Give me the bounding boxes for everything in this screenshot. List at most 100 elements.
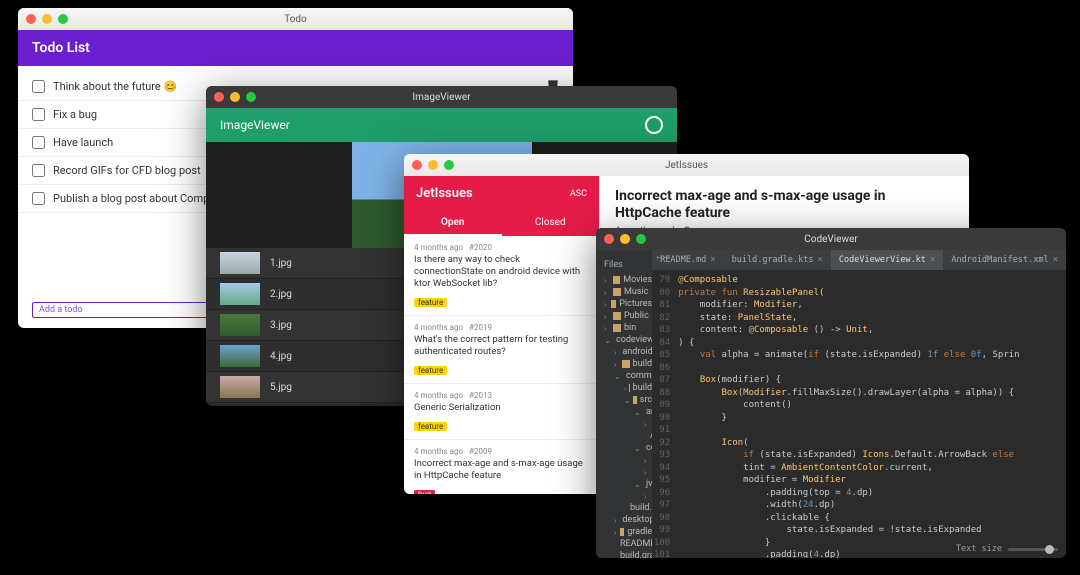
close-tab-icon[interactable]: × [930,255,935,265]
tree-folder[interactable]: › android [596,346,652,358]
chevron-icon[interactable]: › [644,456,646,465]
close-icon[interactable] [214,92,224,102]
code-line[interactable]: 85 val alpha = animate(if (state.isExpan… [652,349,1066,362]
chevron-icon[interactable]: › [604,324,610,333]
tree-folder[interactable]: ⌄ src [596,394,652,406]
tree-folder[interactable]: › Movies [596,274,652,286]
tree-folder[interactable]: › build [596,358,652,370]
maximize-icon[interactable] [246,92,256,102]
code-line[interactable]: 95 modifier = Modifier [652,474,1066,487]
chevron-icon[interactable]: › [614,528,617,537]
tree-file[interactable]: AndroidManifest.xml [596,430,652,442]
nav-back-icon[interactable]: ← [656,252,662,263]
tree-folder[interactable]: › bin [596,322,652,334]
chevron-icon[interactable]: ⌄ [614,372,620,381]
close-icon[interactable] [412,160,422,170]
minimize-icon[interactable] [428,160,438,170]
code-line[interactable]: 89 content() [652,399,1066,412]
editor-tab[interactable]: CodeViewerView.kt× [831,250,943,270]
chevron-icon[interactable]: › [644,468,646,477]
tab-closed[interactable]: Closed [502,211,600,236]
issue-item[interactable]: 4 months ago #2019 What's the correct pa… [404,316,599,384]
todo-checkbox[interactable] [32,192,45,205]
issue-item[interactable]: 4 months ago #2013 Generic Serialization… [404,384,599,440]
refresh-icon[interactable] [645,116,663,134]
chevron-icon[interactable]: › [614,516,616,525]
text-size-slider[interactable] [1008,548,1058,551]
tree-folder[interactable]: › gradle [596,526,652,538]
tree-folder[interactable]: › Pictures [596,298,652,310]
traffic-lights[interactable] [412,160,454,170]
tree-folder[interactable]: › kotlin [596,490,652,502]
jetissues-titlebar[interactable]: JetIssues [404,154,969,176]
editor-tab[interactable]: build.gradle.kts× [724,250,831,270]
code-line[interactable]: 81 modifier: Modifier, [652,299,1066,312]
tree-folder[interactable]: ⌄ common [596,370,652,382]
code-line[interactable]: 97 .width(24.dp) [652,499,1066,512]
code-line[interactable]: 94 tint = AmbientContentColor.current, [652,462,1066,475]
traffic-lights[interactable] [26,14,68,24]
todo-titlebar[interactable]: Todo [18,8,573,30]
tree-folder[interactable]: ⌄ commonMain [596,442,652,454]
chevron-icon[interactable]: › [604,300,608,309]
todo-checkbox[interactable] [32,164,45,177]
chevron-icon[interactable]: › [644,492,646,501]
traffic-lights[interactable] [214,92,256,102]
chevron-icon[interactable]: ⌄ [624,396,630,405]
code-line[interactable]: 87 Box(modifier) { [652,374,1066,387]
tree-folder[interactable]: ⌄ codeviewer [596,334,652,346]
code-line[interactable]: 91 [652,424,1066,437]
code-editor[interactable]: ← → README.md×build.gradle.kts×CodeViewe… [652,250,1066,558]
maximize-icon[interactable] [58,14,68,24]
code-line[interactable]: 92 Icon( [652,437,1066,450]
code-content[interactable]: 79@Composable80private fun ResizablePane… [652,270,1066,558]
code-line[interactable]: 86 [652,362,1066,375]
traffic-lights[interactable] [604,234,646,244]
maximize-icon[interactable] [636,234,646,244]
maximize-icon[interactable] [444,160,454,170]
tree-folder[interactable]: › resources [596,466,652,478]
file-tree[interactable]: Files › Movies› Music› Pictures› Public›… [596,250,652,558]
chevron-icon[interactable]: › [614,360,619,369]
code-line[interactable]: 98 .clickable { [652,512,1066,525]
close-tab-icon[interactable]: × [710,255,715,265]
tree-folder[interactable]: › Public [596,310,652,322]
code-line[interactable]: 90 } [652,412,1066,425]
tree-folder[interactable]: › desktop [596,514,652,526]
chevron-icon[interactable]: › [604,312,610,321]
tree-folder[interactable]: › kotlin [596,418,652,430]
tree-folder[interactable]: › Music [596,286,652,298]
code-line[interactable]: 82 state: PanelState, [652,312,1066,325]
tab-open[interactable]: Open [404,211,502,236]
tree-file[interactable]: README.md [596,538,652,550]
close-icon[interactable] [604,234,614,244]
tree-folder[interactable]: › kotlin [596,454,652,466]
todo-checkbox[interactable] [32,108,45,121]
minimize-icon[interactable] [42,14,52,24]
chevron-icon[interactable]: › [604,276,610,285]
close-tab-icon[interactable]: × [818,255,823,265]
minimize-icon[interactable] [620,234,630,244]
tree-folder[interactable]: › build [596,382,652,394]
code-line[interactable]: 84) { [652,337,1066,350]
code-line[interactable]: 93 if (state.isExpanded) Icons.Default.A… [652,449,1066,462]
todo-checkbox[interactable] [32,80,45,93]
tree-folder[interactable]: ⌄ androidMain [596,406,652,418]
tree-folder[interactable]: ⌄ jvmMain [596,478,652,490]
chevron-icon[interactable]: › [644,420,646,429]
imageviewer-titlebar[interactable]: ImageViewer [206,86,677,108]
code-line[interactable]: 79@Composable [652,274,1066,287]
close-tab-icon[interactable]: × [1053,255,1058,265]
code-line[interactable]: 99 state.isExpanded = !state.isExpanded [652,524,1066,537]
tree-file[interactable]: build.gradle.kts [596,502,652,514]
code-line[interactable]: 96 .padding(top = 4.dp) [652,487,1066,500]
issue-item[interactable]: 4 months ago #2020 Is there any way to c… [404,236,599,316]
code-line[interactable]: 80private fun ResizablePanel( [652,287,1066,300]
minimize-icon[interactable] [230,92,240,102]
todo-checkbox[interactable] [32,136,45,149]
chevron-icon[interactable]: › [624,384,626,393]
sort-toggle[interactable]: ASC [570,189,587,199]
chevron-icon[interactable]: ⌄ [634,480,640,489]
chevron-icon[interactable]: ⌄ [634,444,640,453]
issue-item[interactable]: 4 months ago #2009 Incorrect max-age and… [404,440,599,494]
